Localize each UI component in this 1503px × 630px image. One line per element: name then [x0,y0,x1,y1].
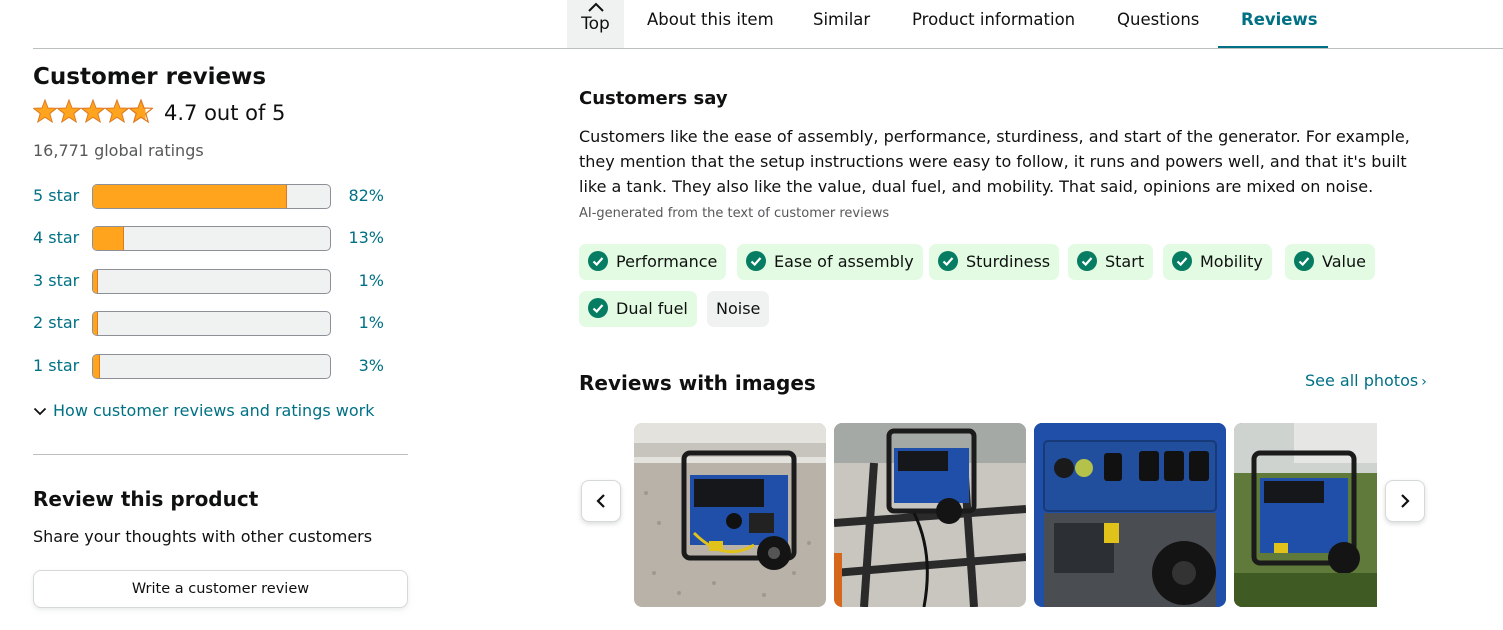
customer-reviews-heading: Customer reviews [33,64,267,90]
aspect-chip-start[interactable]: Start [1068,244,1154,280]
aspect-chip-mobility[interactable]: Mobility [1163,244,1272,280]
aspect-chip-ease-of-assembly[interactable]: Ease of assembly [737,244,923,280]
histogram-fill [93,355,101,378]
global-ratings-count: 16,771 global ratings [33,141,204,160]
aspect-chip-noise[interactable]: Noise [707,291,770,327]
aspect-label: Ease of assembly [774,252,914,271]
tab-reviews[interactable]: Reviews [1241,10,1318,29]
chevron-right-icon [1401,494,1410,508]
histogram-percent[interactable]: 82% [348,186,384,205]
chevron-left-icon [596,494,605,508]
aspect-label: Performance [616,252,718,271]
tab-similar[interactable]: Similar [813,10,870,29]
histogram-fill [93,270,98,293]
review-image-1[interactable] [634,423,826,607]
customers-say-heading: Customers say [579,88,728,109]
review-image-2[interactable] [834,423,1026,607]
aspect-chip-performance[interactable]: Performance [579,244,727,280]
check-circle-icon [746,251,766,271]
histogram-row-3-star[interactable]: 3 star 1% [33,269,393,295]
check-circle-icon [588,251,608,271]
generator-photo [634,423,826,607]
tab-about-this-item[interactable]: About this item [647,10,774,29]
aspect-chip-dual-fuel[interactable]: Dual fuel [579,291,697,327]
see-all-photos-label[interactable]: See all photos [1305,371,1418,390]
histogram-row-1-star[interactable]: 1 star 3% [33,354,393,380]
generator-photo [1234,423,1377,607]
carousel-next-button[interactable] [1385,480,1425,522]
histogram-fill [93,227,124,250]
how-reviews-work-label[interactable]: How customer reviews and ratings work [53,401,374,420]
histogram-label[interactable]: 4 star [33,228,79,247]
histogram-bar[interactable] [92,184,331,209]
histogram-bar[interactable] [92,269,331,294]
aspect-label: Noise [716,299,761,318]
generator-photo [834,423,1026,607]
reviews-with-images-heading: Reviews with images [579,371,816,395]
review-this-product-heading: Review this product [33,487,259,511]
histogram-label[interactable]: 5 star [33,186,79,205]
aspect-chip-sturdiness[interactable]: Sturdiness [929,244,1060,280]
histogram-fill [93,185,288,208]
customers-say-summary: Customers like the ease of assembly, per… [579,127,1410,196]
histogram-percent[interactable]: 13% [348,228,384,247]
histogram-label[interactable]: 1 star [33,356,79,375]
generator-photo [1034,423,1226,607]
check-circle-icon [938,251,958,271]
histogram-percent[interactable]: 1% [359,271,384,290]
check-circle-icon [1294,251,1314,271]
see-all-photos-link[interactable]: See all photos › [1305,371,1427,390]
chevron-up-icon [587,2,604,12]
review-this-product-subtitle: Share your thoughts with other customers [33,527,373,546]
histogram-row-4-star[interactable]: 4 star 13% [33,226,393,252]
histogram-bar[interactable] [92,226,331,251]
section-nav: Top About this item Similar Product info… [0,0,1503,50]
histogram-bar[interactable] [92,354,331,379]
aspect-label: Dual fuel [616,299,688,318]
review-image-4[interactable] [1234,423,1377,607]
check-circle-icon [1172,251,1192,271]
star-rating-icon[interactable] [33,99,153,125]
write-review-button[interactable]: Write a customer review [33,570,408,608]
chevron-down-icon [33,407,47,416]
histogram-percent[interactable]: 3% [359,356,384,375]
histogram-percent[interactable]: 1% [359,313,384,332]
section-divider [33,454,408,455]
histogram-fill [93,312,98,335]
histogram-bar[interactable] [92,311,331,336]
back-to-top-label: Top [581,14,610,34]
check-circle-icon [1077,251,1097,271]
aspect-label: Start [1105,252,1145,271]
tab-questions[interactable]: Questions [1117,10,1199,29]
average-rating: 4.7 out of 5 [164,101,286,125]
histogram-row-2-star[interactable]: 2 star 1% [33,311,393,337]
back-to-top-button[interactable]: Top [567,0,624,48]
tab-product-information[interactable]: Product information [912,10,1075,29]
histogram-label[interactable]: 3 star [33,271,79,290]
ai-generated-note: AI-generated from the text of customer r… [579,206,890,221]
histogram-row-5-star[interactable]: 5 star 82% [33,184,393,210]
check-circle-icon [588,298,608,318]
aspect-chip-value[interactable]: Value [1285,244,1375,280]
review-image-3[interactable] [1034,423,1226,607]
aspect-label: Sturdiness [966,252,1051,271]
aspect-label: Value [1322,252,1366,271]
carousel-prev-button[interactable] [581,480,621,522]
nav-divider [33,48,1503,49]
histogram-label[interactable]: 2 star [33,313,79,332]
aspect-label: Mobility [1200,252,1263,271]
chevron-right-icon: › [1421,374,1427,390]
how-reviews-work-link[interactable]: How customer reviews and ratings work [33,401,374,420]
